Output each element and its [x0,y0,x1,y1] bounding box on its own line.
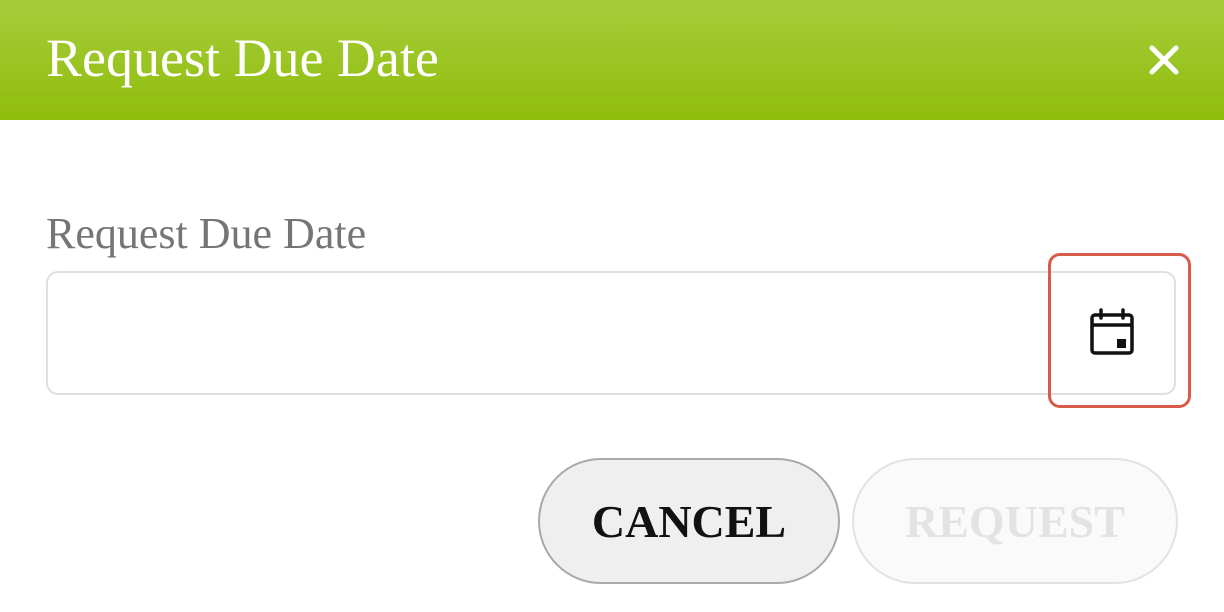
calendar-icon [1090,308,1134,355]
close-icon [1149,45,1179,75]
dialog-header: Request Due Date [0,0,1224,120]
calendar-button[interactable] [1086,306,1138,358]
request-due-date-dialog: Request Due Date Request Due Date CANCEL… [0,0,1224,612]
due-date-input[interactable] [46,271,1176,395]
request-button[interactable]: REQUEST [852,458,1178,584]
due-date-label: Request Due Date [46,209,367,258]
cancel-button[interactable]: CANCEL [538,458,840,584]
close-button[interactable] [1140,36,1188,84]
dialog-title: Request Due Date [46,28,439,88]
